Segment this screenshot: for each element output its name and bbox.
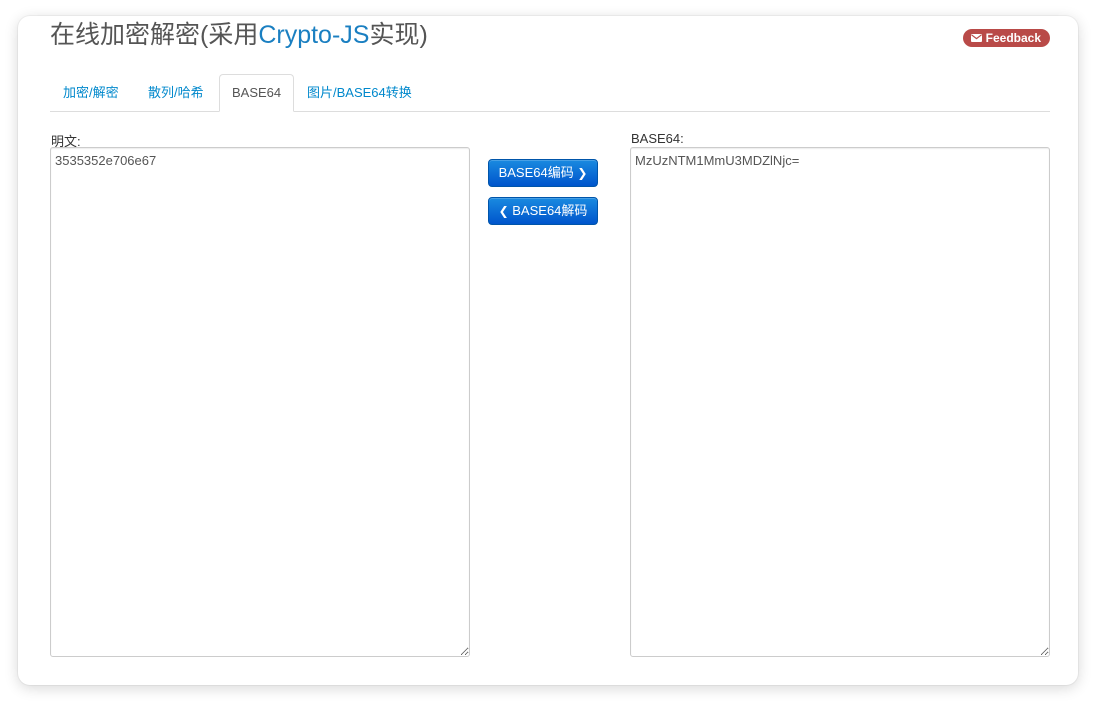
- decode-label: BASE64解码: [512, 203, 588, 218]
- title-prefix: 在线加密解密(采用: [50, 21, 259, 49]
- tab-image-base64[interactable]: 图片/BASE64转换: [294, 75, 425, 110]
- envelope-icon: [970, 34, 982, 42]
- base64-label: BASE64:: [631, 131, 684, 146]
- title-accent: Crypto-JS: [258, 21, 370, 49]
- feedback-label: Feedback: [985, 31, 1041, 45]
- title-suffix: 实现): [369, 21, 428, 49]
- feedback-button[interactable]: Feedback: [962, 29, 1050, 47]
- main-card: 在线加密解密(采用Crypto-JS实现) Feedback 加密/解密 散列/…: [18, 16, 1078, 685]
- tab-bar: 加密/解密 散列/哈希 BASE64 图片/BASE64转换: [50, 74, 1050, 112]
- base64-textarea[interactable]: MzUzNTM1MmU3MDZlNjc=: [630, 147, 1050, 657]
- encode-label: BASE64编码: [498, 165, 574, 180]
- tab-encrypt-decrypt[interactable]: 加密/解密: [50, 75, 132, 110]
- base64-encode-button[interactable]: BASE64编码 ❯: [488, 159, 598, 187]
- tab-hash[interactable]: 散列/哈希: [135, 75, 217, 110]
- tab-base64[interactable]: BASE64: [219, 74, 295, 112]
- base64-decode-button[interactable]: ❮ BASE64解码: [488, 197, 598, 225]
- page-title: 在线加密解密(采用Crypto-JS实现): [50, 20, 428, 50]
- chevron-right-icon: ❯: [577, 166, 588, 180]
- chevron-left-icon: ❮: [498, 204, 509, 218]
- plaintext-textarea[interactable]: 3535352e706e67: [50, 147, 470, 657]
